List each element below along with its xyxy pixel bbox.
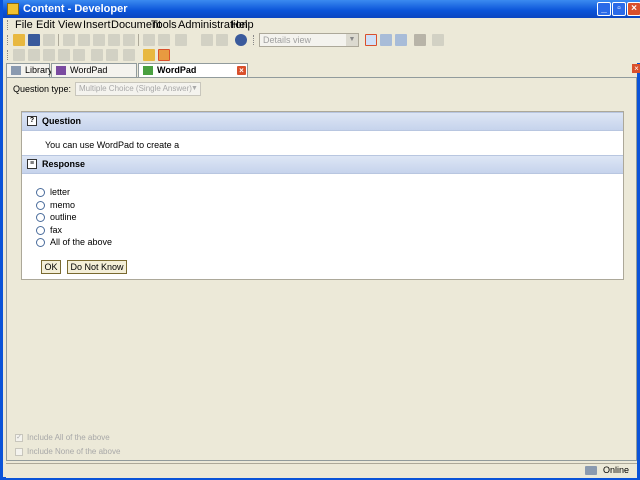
response-header: ≡ Response [22,155,623,174]
question-type-select[interactable]: Multiple Choice (Single Answer) ▼ [75,82,201,96]
radio-button[interactable] [36,201,45,210]
question-panel: ? Question You can use WordPad to create… [21,111,624,280]
tab-close-icon[interactable]: × [237,66,246,75]
paste-icon[interactable] [93,34,105,46]
spell-icon[interactable] [216,34,228,46]
radio-button[interactable] [36,238,45,247]
split-vertical-icon[interactable] [395,34,407,46]
question-text: You can use WordPad to create a [45,140,180,150]
question-header: ? Question [22,112,623,131]
tab-label: Library [25,65,53,75]
question-type-value: Multiple Choice (Single Answer) [79,84,192,93]
network-icon [585,466,597,475]
radio-button[interactable] [36,226,45,235]
response-icon: ≡ [27,159,37,169]
chevron-down-icon: ▼ [346,34,358,46]
toolbar-grip [7,35,11,45]
checkbox-label: Include None of the above [27,447,121,456]
minimize-button[interactable]: _ [597,2,611,16]
close-document-icon[interactable]: × [632,64,640,73]
menu-file[interactable]: File [15,19,33,31]
tool-icon[interactable] [106,49,118,61]
copy-icon[interactable] [78,34,90,46]
toolbar-grip [7,50,11,60]
response-header-label: Response [42,159,86,169]
application-window: Content - Developer _ ▫ × File Edit View… [0,0,640,480]
option-label: memo [50,200,76,210]
main-toolbar: Details view ▼ [3,32,640,48]
edit-toolbar [3,47,640,63]
open-icon[interactable] [13,34,25,46]
save-icon[interactable] [28,34,40,46]
option-label: All of the above [50,237,113,247]
undo-icon[interactable] [143,34,155,46]
print-icon[interactable] [43,34,55,46]
status-bar: Online [6,463,637,478]
insert-icon[interactable] [175,34,187,46]
tool-icon[interactable] [73,49,85,61]
layout-icon[interactable] [365,34,377,46]
tool-icon[interactable] [43,49,55,61]
tab-wordpad-documents[interactable]: WordPad Documents × [138,63,248,88]
app-icon [7,3,19,15]
tool-icon[interactable] [13,49,25,61]
tool-icon[interactable] [28,49,40,61]
view-select-value: Details view [263,35,312,45]
close-button[interactable]: × [627,2,640,16]
question-type-label: Question type: [13,84,72,94]
edit-mode-icon[interactable] [158,49,170,61]
tab-library[interactable]: Library [6,63,53,77]
do-not-know-button[interactable]: Do Not Know [67,260,127,274]
ok-button[interactable]: OK [41,260,61,274]
menu-tools[interactable]: Tools [151,19,177,31]
pencil-icon[interactable] [143,49,155,61]
properties-icon[interactable] [123,34,135,46]
refresh-icon[interactable] [432,34,444,46]
cut-icon[interactable] [63,34,75,46]
toolbar-separator [138,34,139,46]
menu-bar: File Edit View Insert Document Tools Adm… [3,18,640,32]
question-icon: ? [27,116,37,126]
document-tabs: Library WordPad Training WordPad Documen… [3,63,640,88]
radio-button[interactable] [36,188,45,197]
tab-wordpad-training[interactable]: WordPad Training [51,63,137,88]
view-select[interactable]: Details view ▼ [259,33,359,47]
find-icon[interactable] [201,34,213,46]
toolbar-grip [253,35,257,45]
tool-icon[interactable] [91,49,103,61]
checkbox-label: Include All of the above [27,433,110,442]
title-bar[interactable]: Content - Developer _ ▫ × [3,0,640,18]
menu-insert[interactable]: Insert [83,19,111,31]
menu-view[interactable]: View [58,19,82,31]
tool-icon[interactable] [58,49,70,61]
option-label: outline [50,212,77,222]
option-label: fax [50,225,63,235]
checkbox-unchecked[interactable] [15,448,23,456]
status-text: Online [602,465,629,475]
help-icon[interactable] [235,34,247,46]
chevron-down-icon: ▼ [191,85,198,92]
publish-icon[interactable] [414,34,426,46]
library-icon [11,66,21,75]
question-header-label: Question [42,116,82,126]
redo-icon[interactable] [158,34,170,46]
option-label: letter [50,187,71,197]
checkbox-checked[interactable]: ✓ [15,434,23,442]
radio-button[interactable] [36,213,45,222]
check-question-icon [143,66,153,75]
toolbar-separator [58,34,59,46]
window-title: Content - Developer [23,3,128,15]
menu-grip [7,20,11,30]
document-area: Question type: Multiple Choice (Single A… [6,77,637,461]
maximize-button[interactable]: ▫ [612,2,626,16]
menu-edit[interactable]: Edit [36,19,55,31]
split-horizontal-icon[interactable] [380,34,392,46]
delete-icon[interactable] [108,34,120,46]
tool-icon[interactable] [123,49,135,61]
check-outline-icon [56,66,66,75]
menu-help[interactable]: Help [231,19,254,31]
